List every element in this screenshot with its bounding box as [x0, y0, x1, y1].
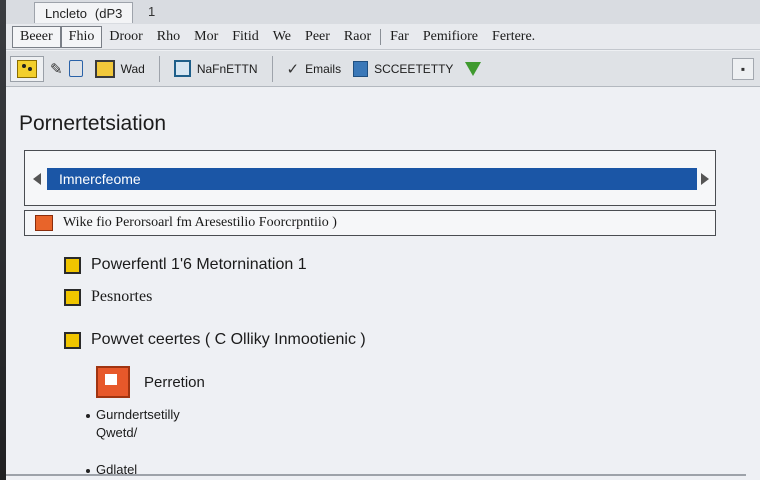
nafnetth-button[interactable]: NaFnETTN	[168, 56, 264, 82]
checkbox[interactable]	[64, 256, 81, 274]
blue-square-icon	[353, 60, 369, 77]
pencil-icon: ✎	[50, 60, 63, 78]
content-area: Pornertetsiation Imnercfeome Wike fio Pe…	[6, 88, 760, 480]
wad-label: Wad	[120, 61, 145, 76]
list-item: Gurndertsetilly Qwetd/	[86, 406, 180, 442]
sub-item-label: Perretion	[144, 373, 205, 391]
title-bar: Lncleto (dP3 1	[6, 0, 760, 25]
checkbox-item[interactable]: Powerfentl 1'6 Metornination 1	[64, 256, 307, 274]
scc-button[interactable]: SCCEETETTY	[347, 56, 459, 82]
face-icon	[17, 59, 37, 78]
scc-label: SCCEETETTY	[374, 61, 454, 76]
sub-item[interactable]: Perretion	[96, 366, 205, 398]
document-icon	[68, 60, 83, 77]
checkbox-item[interactable]: Powvet ceertes ( C Olliky Inmootienic )	[64, 331, 366, 349]
green-arrow-button[interactable]	[459, 56, 487, 82]
window-title: Lncleto	[45, 5, 87, 21]
window-tab[interactable]: Lncleto (dP3	[34, 2, 134, 23]
link-row[interactable]: Wike fio Perorsoarl fm Aresestilio Foorc…	[24, 210, 716, 236]
page-title: Pornertetsiation	[19, 112, 167, 135]
menu-item-file[interactable]: Beeer	[12, 25, 61, 48]
bullet-icon	[86, 469, 90, 473]
small-box-button[interactable]: ▪	[732, 58, 754, 80]
emails-label: Emails	[305, 61, 342, 76]
square-icon	[173, 60, 191, 77]
menu-item-window[interactable]: We	[266, 27, 298, 47]
menu-item-fertere[interactable]: Fertere.	[485, 27, 542, 47]
checkbox-item[interactable]: Pesnortes	[64, 288, 152, 306]
tab-close-icon[interactable]: 1	[148, 4, 155, 19]
checkbox[interactable]	[64, 288, 81, 306]
checkbox-label: Powvet ceertes ( C Olliky Inmootienic )	[91, 331, 366, 348]
bullet-icon	[86, 414, 90, 418]
menu-item-far[interactable]: Far	[383, 27, 416, 47]
menu-bar: Beeer Fhio Droor Rho Mor Fitid We Peer R…	[6, 24, 760, 50]
checkmark-icon: ✓	[286, 60, 300, 78]
menu-item-peer[interactable]: Peer	[298, 27, 337, 47]
toolbar-divider	[271, 55, 273, 82]
selected-item[interactable]: Imnercfeome	[47, 168, 697, 190]
menu-item-raor[interactable]: Raor	[337, 27, 378, 47]
checkbox[interactable]	[64, 331, 81, 349]
list-item-line: Gurndertsetilly	[96, 407, 180, 422]
menu-item-view[interactable]: Droor	[102, 27, 149, 47]
menu-item-insert[interactable]: Rho	[150, 27, 187, 47]
scroll-right-icon[interactable]	[701, 173, 709, 185]
window-title-extra: (dP3	[94, 5, 123, 21]
emails-button[interactable]: ✓ Emails	[281, 56, 348, 82]
list-item-line: Gdlatel	[96, 462, 138, 477]
nafnetth-label: NaFnETTN	[196, 61, 258, 76]
box-icon	[94, 59, 115, 78]
toolbar: ✎ Wad NaFnETTN ✓ Emails SCCEETETTY ▪	[6, 51, 760, 87]
menu-item-format[interactable]: Mor	[187, 27, 225, 47]
list-item: Gdlatel	[86, 461, 137, 479]
link-row-label: Wike fio Perorsoarl fm Aresestilio Foorc…	[63, 215, 337, 230]
menu-item-edit[interactable]: Fhio	[60, 25, 103, 48]
menu-divider	[380, 28, 382, 45]
menu-item-pemifiore[interactable]: Pemifiore	[416, 27, 485, 47]
toolbar-divider	[158, 55, 160, 82]
selection-box[interactable]: Imnercfeome	[24, 150, 716, 206]
app-window: Lncleto (dP3 1 Beeer Fhio Droor Rho Mor …	[6, 0, 760, 480]
checkbox-label: Pesnortes	[91, 288, 153, 305]
presentation-icon	[96, 366, 130, 398]
small-box-icon: ▪	[740, 62, 746, 76]
face-button[interactable]	[10, 55, 44, 82]
menu-item-tools[interactable]: Fitid	[225, 27, 265, 47]
scroll-left-icon[interactable]	[33, 173, 41, 185]
list-item-line: Qwetd/	[96, 425, 138, 440]
orange-square-icon	[35, 215, 53, 231]
checkbox-label: Powerfentl 1'6 Metornination 1	[91, 256, 307, 273]
wad-button[interactable]: Wad	[89, 56, 151, 82]
green-arrow-icon	[465, 61, 482, 76]
pencil-button[interactable]: ✎	[44, 56, 89, 82]
